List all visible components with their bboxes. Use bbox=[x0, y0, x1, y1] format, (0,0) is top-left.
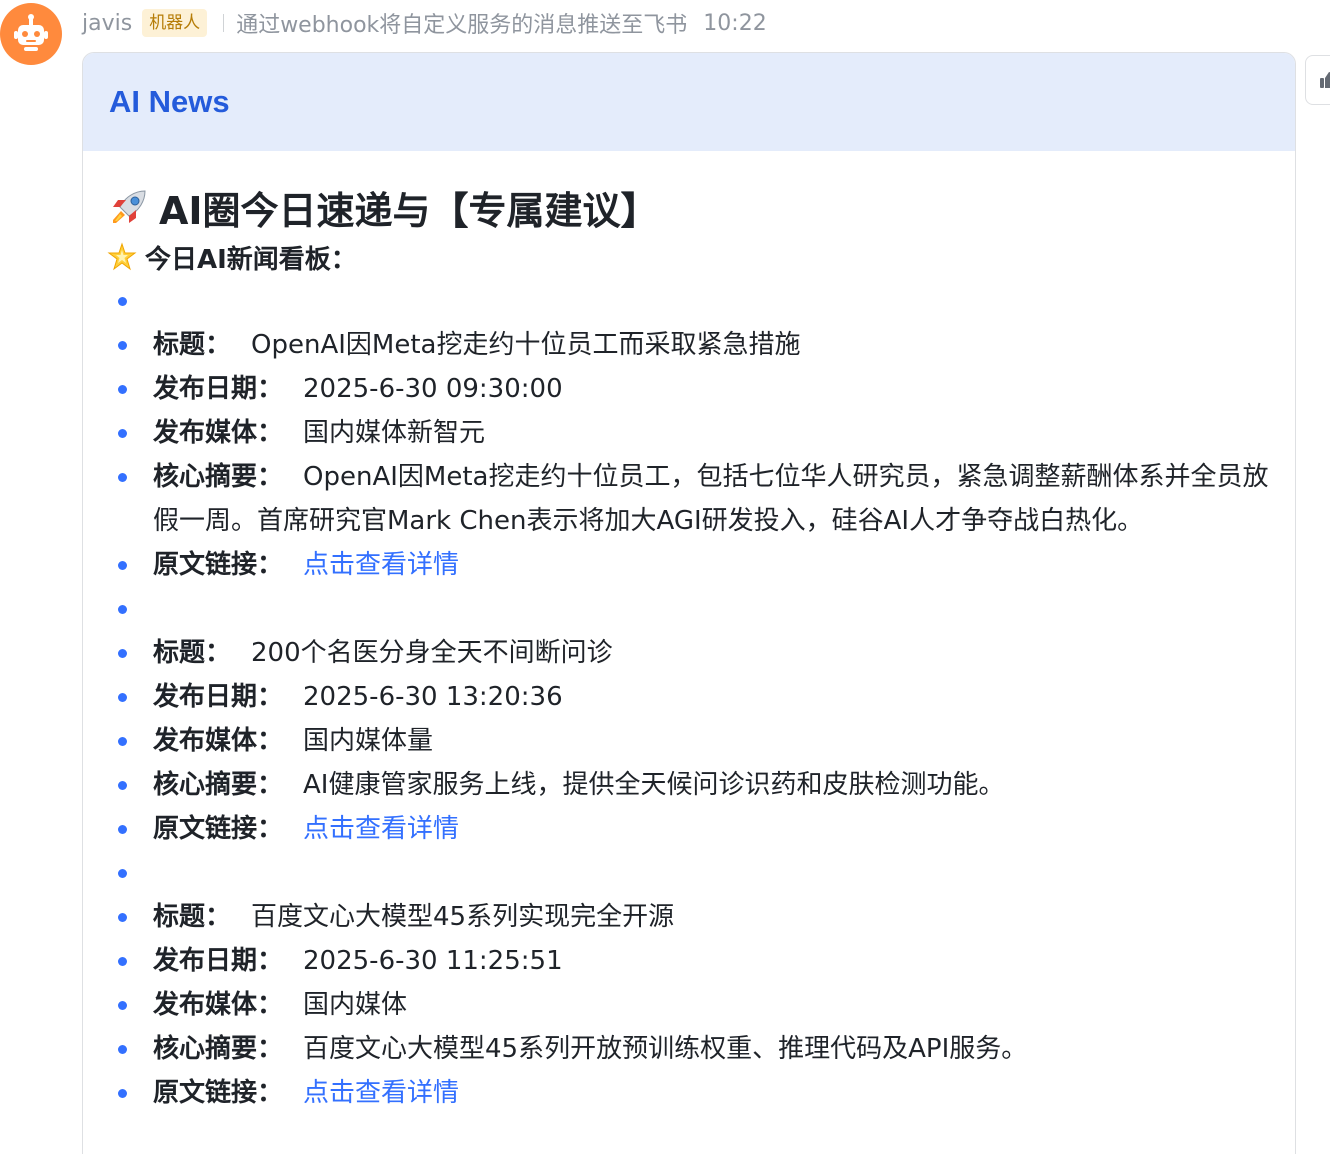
news-date: 2025-6-30 13:20:36 bbox=[303, 682, 563, 712]
news-link-row: 原文链接： 点击查看详情 bbox=[107, 807, 1271, 851]
news-separator bbox=[107, 587, 1271, 631]
card-heading: AI圈今日速递与【专属建议】 bbox=[107, 181, 1271, 233]
chat-message: javis 机器人 通过webhook将自定义服务的消息推送至飞书 10:22 … bbox=[0, 0, 1330, 1154]
bot-description: 通过webhook将自定义服务的消息推送至飞书 bbox=[236, 13, 688, 38]
thumbs-up-icon bbox=[1320, 72, 1330, 88]
date-label: 发布日期： bbox=[153, 682, 284, 712]
subheading-text: 今日AI新闻看板： bbox=[145, 244, 357, 275]
news-media: 国内媒体 bbox=[303, 990, 408, 1020]
news-separator bbox=[107, 279, 1271, 323]
card-body: AI圈今日速递与【专属建议】 今日AI新闻看板： 标题： OpenAI因Meta挖… bbox=[83, 151, 1295, 1115]
link-label: 原文链接： bbox=[153, 814, 284, 844]
news-title-row: 标题： 200个名医分身全天不间断问诊 bbox=[107, 631, 1271, 675]
title-label: 标题： bbox=[153, 330, 232, 360]
news-media-row: 发布媒体： 国内媒体 bbox=[107, 983, 1271, 1027]
news-media-row: 发布媒体： 国内媒体量 bbox=[107, 719, 1271, 763]
date-label: 发布日期： bbox=[153, 374, 284, 404]
media-label: 发布媒体： bbox=[153, 726, 284, 756]
link-label: 原文链接： bbox=[153, 1078, 284, 1108]
news-detail-link[interactable]: 点击查看详情 bbox=[303, 814, 459, 844]
summary-label: 核心摘要： bbox=[153, 462, 284, 492]
news-date: 2025-6-30 11:25:51 bbox=[303, 946, 563, 976]
title-label: 标题： bbox=[153, 638, 232, 668]
news-separator bbox=[107, 851, 1271, 895]
message-card: AI News AI圈今日速递与【专属建议】 今日AI新闻看板： 标题： Ope… bbox=[82, 52, 1296, 1154]
summary-label: 核心摘要： bbox=[153, 1034, 284, 1064]
robot-icon bbox=[14, 14, 48, 51]
media-label: 发布媒体： bbox=[153, 418, 284, 448]
news-summary: AI健康管家服务上线，提供全天候问诊识药和皮肤检测功能。 bbox=[303, 770, 1005, 800]
news-summary: OpenAI因Meta挖走约十位员工，包括七位华人研究员，紧急调整薪酬体系并全员… bbox=[153, 462, 1269, 536]
heading-text: AI圈今日速递与【专属建议】 bbox=[159, 188, 659, 233]
news-media: 国内媒体新智元 bbox=[303, 418, 486, 448]
news-media-row: 发布媒体： 国内媒体新智元 bbox=[107, 411, 1271, 455]
news-date-row: 发布日期： 2025-6-30 11:25:51 bbox=[107, 939, 1271, 983]
news-title-row: 标题： 百度文心大模型45系列实现完全开源 bbox=[107, 895, 1271, 939]
date-label: 发布日期： bbox=[153, 946, 284, 976]
news-title: 200个名医分身全天不间断问诊 bbox=[251, 638, 613, 668]
news-list: 标题： OpenAI因Meta挖走约十位员工而采取紧急措施 发布日期： 2025-6… bbox=[107, 279, 1271, 1115]
rocket-icon bbox=[113, 190, 146, 223]
media-label: 发布媒体： bbox=[153, 990, 284, 1020]
news-link-row: 原文链接： 点击查看详情 bbox=[107, 543, 1271, 587]
news-date-row: 发布日期： 2025-6-30 13:20:36 bbox=[107, 675, 1271, 719]
link-label: 原文链接： bbox=[153, 550, 284, 580]
news-summary-row: 核心摘要： AI健康管家服务上线，提供全天候问诊识药和皮肤检测功能。 bbox=[107, 763, 1271, 807]
news-title: OpenAI因Meta挖走约十位员工而采取紧急措施 bbox=[251, 330, 801, 360]
news-link-row: 原文链接： 点击查看详情 bbox=[107, 1071, 1271, 1115]
sparkle-star-icon bbox=[107, 242, 137, 271]
news-title: 百度文心大模型45系列实现完全开源 bbox=[251, 902, 675, 932]
news-summary: 百度文心大模型45系列开放预训练权重、推理代码及API服务。 bbox=[303, 1034, 1028, 1064]
message-header: javis 机器人 通过webhook将自定义服务的消息推送至飞书 10:22 bbox=[82, 6, 767, 40]
title-label: 标题： bbox=[153, 902, 232, 932]
bot-badge: 机器人 bbox=[142, 9, 208, 37]
news-detail-link[interactable]: 点击查看详情 bbox=[303, 1078, 459, 1108]
card-title: AI News bbox=[109, 84, 230, 119]
card-header: AI News bbox=[83, 53, 1295, 151]
news-media: 国内媒体量 bbox=[303, 726, 434, 756]
news-summary-row: 核心摘要： OpenAI因Meta挖走约十位员工，包括七位华人研究员，紧急调整薪酬… bbox=[107, 455, 1271, 543]
news-summary-row: 核心摘要： 百度文心大模型45系列开放预训练权重、推理代码及API服务。 bbox=[107, 1027, 1271, 1071]
card-subheading: 今日AI新闻看板： bbox=[107, 235, 1271, 279]
message-time: 10:22 bbox=[703, 10, 767, 36]
news-detail-link[interactable]: 点击查看详情 bbox=[303, 550, 459, 580]
sender-name[interactable]: javis bbox=[82, 11, 132, 36]
news-date: 2025-6-30 09:30:00 bbox=[303, 374, 563, 404]
news-title-row: 标题： OpenAI因Meta挖走约十位员工而采取紧急措施 bbox=[107, 323, 1271, 367]
header-divider bbox=[223, 14, 225, 32]
reaction-button[interactable] bbox=[1305, 55, 1330, 105]
summary-label: 核心摘要： bbox=[153, 770, 284, 800]
bot-avatar[interactable] bbox=[0, 3, 62, 65]
news-date-row: 发布日期： 2025-6-30 09:30:00 bbox=[107, 367, 1271, 411]
